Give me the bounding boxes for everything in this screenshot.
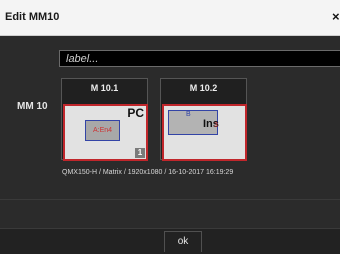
layout-window[interactable]: B Ins 3 [168,110,219,135]
group-label: MM 10 [17,101,48,112]
ok-button[interactable]: ok [164,231,202,252]
window-label-suffix: 3 [214,122,218,129]
layout-window[interactable]: A:En4 [85,120,120,141]
screen-tile-2[interactable]: M 10.2 B Ins 3 [160,78,247,161]
layer-badge: 1 [135,148,145,158]
screen-tile-1[interactable]: M 10.1 A:En4 PC 1 [61,78,148,161]
device-info: QMX150-H / Matrix / 1920x1080 / 16-10-20… [62,169,234,176]
dialog-titlebar: Edit MM10 × [0,0,340,36]
screen-preview[interactable]: B Ins 3 [162,104,247,161]
source-tag: PC [127,106,144,120]
dialog-spacer [0,200,340,228]
dialog-content: MM 10 M 10.1 A:En4 PC 1 M 10.2 B Ins 3 Q… [0,36,340,200]
window-label-prefix: B [186,111,191,118]
close-icon[interactable]: × [332,10,340,23]
dialog-title: Edit MM10 [5,11,60,23]
label-input[interactable] [59,50,340,67]
screen-name: M 10.2 [189,83,218,93]
screen-preview[interactable]: A:En4 PC 1 [63,104,148,161]
screen-name: M 10.1 [90,83,119,93]
dialog-footer: ok [0,228,340,254]
